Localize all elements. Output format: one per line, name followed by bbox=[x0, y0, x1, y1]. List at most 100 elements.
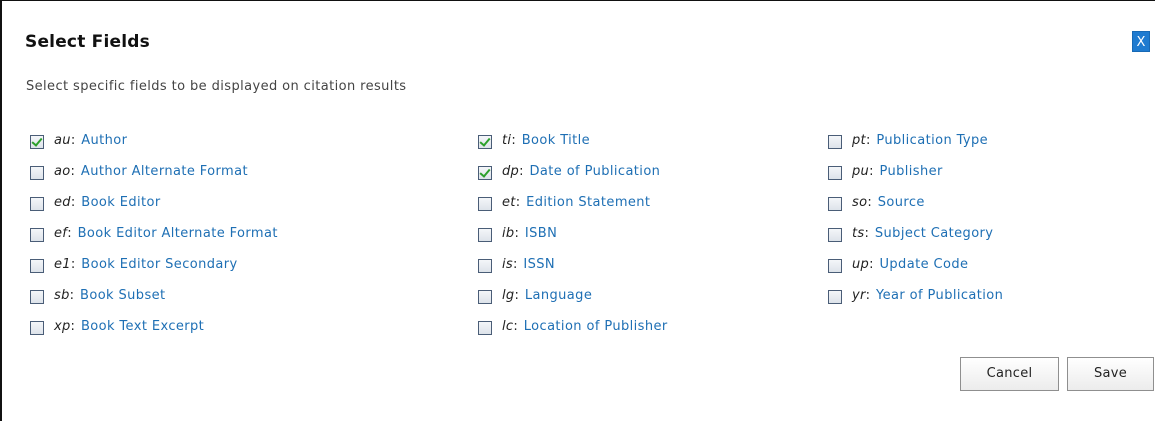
field-label[interactable]: Language bbox=[525, 288, 592, 303]
field-option-ao[interactable]: ao: Author Alternate Format bbox=[30, 164, 278, 195]
field-code: ed bbox=[54, 195, 71, 210]
field-code: lc bbox=[502, 319, 514, 334]
field-label[interactable]: Book Title bbox=[522, 133, 590, 148]
field-column-1: au: Author ao: Author Alternate Format ed: Bo… bbox=[30, 133, 278, 350]
field-label[interactable]: Book Text Excerpt bbox=[81, 319, 204, 334]
field-option-pt[interactable]: pt: Publication Type bbox=[828, 133, 1003, 164]
field-separator: : bbox=[514, 226, 519, 241]
field-separator: : bbox=[70, 319, 75, 334]
field-option-ed[interactable]: ed: Book Editor bbox=[30, 195, 278, 226]
checkbox[interactable] bbox=[828, 135, 842, 149]
checked-checkbox[interactable] bbox=[478, 135, 492, 149]
field-option-so[interactable]: so: Source bbox=[828, 195, 1003, 226]
field-label[interactable]: Author bbox=[81, 133, 127, 148]
field-column-2: ti: Book Title dp: Date of Publication et: Ed… bbox=[478, 133, 668, 350]
field-code: lg bbox=[502, 288, 515, 303]
field-label[interactable]: ISSN bbox=[523, 257, 555, 272]
checkbox[interactable] bbox=[30, 228, 44, 242]
field-option-ti[interactable]: ti: Book Title bbox=[478, 133, 668, 164]
checkbox[interactable] bbox=[828, 197, 842, 211]
field-code: e1 bbox=[54, 257, 71, 272]
checkbox[interactable] bbox=[30, 290, 44, 304]
checkbox[interactable] bbox=[30, 197, 44, 211]
field-label[interactable]: Publisher bbox=[879, 164, 942, 179]
checkbox[interactable] bbox=[828, 259, 842, 273]
field-option-yr[interactable]: yr: Year of Publication bbox=[828, 288, 1003, 319]
checkbox[interactable] bbox=[828, 228, 842, 242]
close-button[interactable]: X bbox=[1132, 31, 1150, 52]
field-option-et[interactable]: et: Edition Statement bbox=[478, 195, 668, 226]
field-option-pu[interactable]: pu: Publisher bbox=[828, 164, 1003, 195]
field-code: yr bbox=[852, 288, 866, 303]
checkbox[interactable] bbox=[30, 321, 44, 335]
field-separator: : bbox=[513, 319, 518, 334]
field-code: au bbox=[54, 133, 71, 148]
field-label[interactable]: Year of Publication bbox=[876, 288, 1003, 303]
field-label[interactable]: Edition Statement bbox=[526, 195, 650, 210]
field-code: so bbox=[852, 195, 868, 210]
field-code: pu bbox=[852, 164, 870, 179]
field-code: is bbox=[502, 257, 513, 272]
save-button[interactable]: Save bbox=[1067, 357, 1154, 391]
field-code: dp bbox=[502, 164, 520, 179]
field-option-sb[interactable]: sb: Book Subset bbox=[30, 288, 278, 319]
field-option-lc[interactable]: lc: Location of Publisher bbox=[478, 319, 668, 350]
field-column-3: pt: Publication Type pu: Publisher so: Source… bbox=[828, 133, 1003, 319]
field-separator: : bbox=[865, 133, 871, 148]
field-label[interactable]: Subject Category bbox=[875, 226, 994, 241]
field-code: pt bbox=[852, 133, 866, 148]
field-separator: : bbox=[70, 195, 76, 210]
checkbox[interactable] bbox=[30, 166, 44, 180]
field-label[interactable]: Source bbox=[878, 195, 925, 210]
checkbox[interactable] bbox=[478, 321, 492, 335]
checkbox[interactable] bbox=[30, 259, 44, 273]
field-separator: : bbox=[869, 257, 874, 272]
checked-checkbox[interactable] bbox=[478, 166, 492, 180]
field-option-lg[interactable]: lg: Language bbox=[478, 288, 668, 319]
dialog-title: Select Fields bbox=[25, 32, 150, 52]
field-code: up bbox=[852, 257, 870, 272]
field-label[interactable]: Author Alternate Format bbox=[81, 164, 248, 179]
field-label[interactable]: Book Editor bbox=[81, 195, 160, 210]
select-fields-dialog: Select Fields X Select specific fields t… bbox=[0, 0, 1155, 421]
checkbox[interactable] bbox=[478, 259, 492, 273]
field-option-ts[interactable]: ts: Subject Category bbox=[828, 226, 1003, 257]
checkbox[interactable] bbox=[478, 290, 492, 304]
field-code: sb bbox=[54, 288, 70, 303]
field-label[interactable]: Publication Type bbox=[876, 133, 988, 148]
field-code: ef bbox=[54, 226, 68, 241]
field-separator: : bbox=[69, 288, 75, 303]
field-option-au[interactable]: au: Author bbox=[30, 133, 278, 164]
field-separator: : bbox=[513, 257, 518, 272]
field-option-is[interactable]: is: ISSN bbox=[478, 257, 668, 288]
field-separator: : bbox=[515, 195, 521, 210]
field-label[interactable]: Location of Publisher bbox=[524, 319, 668, 334]
checkbox[interactable] bbox=[478, 228, 492, 242]
field-label[interactable]: Date of Publication bbox=[530, 164, 661, 179]
field-option-xp[interactable]: xp: Book Text Excerpt bbox=[30, 319, 278, 350]
field-option-e1[interactable]: e1: Book Editor Secondary bbox=[30, 257, 278, 288]
checkmark-icon bbox=[479, 166, 491, 178]
checkbox[interactable] bbox=[828, 290, 842, 304]
checkmark-icon bbox=[31, 135, 43, 147]
cancel-button[interactable]: Cancel bbox=[960, 357, 1059, 391]
field-code: xp bbox=[54, 319, 71, 334]
field-label[interactable]: Book Editor Alternate Format bbox=[78, 226, 278, 241]
checked-checkbox[interactable] bbox=[30, 135, 44, 149]
field-label[interactable]: ISBN bbox=[525, 226, 557, 241]
field-option-ib[interactable]: ib: ISBN bbox=[478, 226, 668, 257]
field-option-dp[interactable]: dp: Date of Publication bbox=[478, 164, 668, 195]
checkbox[interactable] bbox=[828, 166, 842, 180]
field-code: ti bbox=[502, 133, 512, 148]
field-label[interactable]: Book Subset bbox=[80, 288, 166, 303]
field-code: ib bbox=[502, 226, 515, 241]
field-separator: : bbox=[70, 164, 75, 179]
field-separator: : bbox=[865, 288, 871, 303]
field-label[interactable]: Update Code bbox=[879, 257, 968, 272]
field-separator: : bbox=[511, 133, 516, 148]
field-separator: : bbox=[70, 133, 76, 148]
field-label[interactable]: Book Editor Secondary bbox=[81, 257, 237, 272]
field-option-up[interactable]: up: Update Code bbox=[828, 257, 1003, 288]
field-option-ef[interactable]: ef: Book Editor Alternate Format bbox=[30, 226, 278, 257]
checkbox[interactable] bbox=[478, 197, 492, 211]
